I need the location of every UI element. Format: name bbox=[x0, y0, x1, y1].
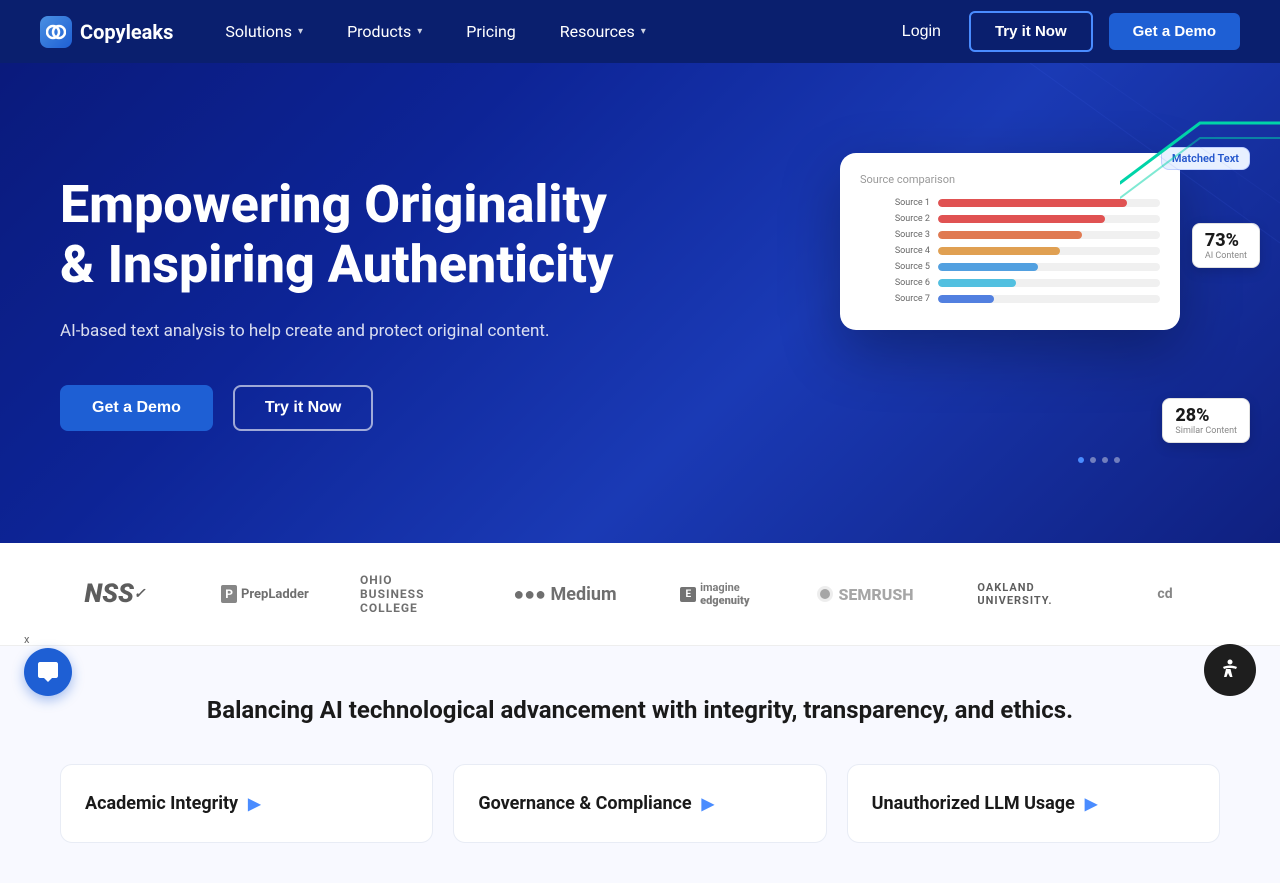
lower-section: Balancing AI technological advancement w… bbox=[0, 646, 1280, 883]
bar-track bbox=[938, 279, 1160, 287]
bar-label: Source 2 bbox=[860, 214, 930, 224]
chevron-down-icon: ▾ bbox=[641, 26, 646, 37]
logo-icon bbox=[40, 16, 72, 48]
bar-track bbox=[938, 295, 1160, 303]
feature-card-title-governance: Governance & Compliance ▶ bbox=[478, 793, 801, 814]
bar-label: Source 4 bbox=[860, 246, 930, 256]
bar-row: Source 6 bbox=[860, 278, 1160, 288]
bar-label: Source 6 bbox=[860, 278, 930, 288]
logo-medium: ●●● Medium bbox=[490, 574, 640, 615]
hero-deco-lines bbox=[980, 63, 1280, 263]
feature-card-academic[interactable]: Academic Integrity ▶ bbox=[60, 764, 433, 843]
bar-row: Source 5 bbox=[860, 262, 1160, 272]
navigation: Copyleaks Solutions ▾ Products ▾ Pricing… bbox=[0, 0, 1280, 63]
chat-close-label[interactable]: x bbox=[24, 633, 29, 646]
chat-icon bbox=[36, 660, 60, 684]
logo-oakland-university: OAKLANDUNIVERSITY. bbox=[940, 571, 1090, 617]
bar-fill bbox=[938, 295, 994, 303]
bar-track bbox=[938, 263, 1160, 271]
nav-links: Solutions ▾ Products ▾ Pricing Resources… bbox=[203, 0, 889, 63]
hero-content: Empowering Originality & Inspiring Authe… bbox=[60, 175, 620, 430]
bar-label: Source 1 bbox=[860, 198, 930, 208]
nav-item-solutions[interactable]: Solutions ▾ bbox=[203, 0, 325, 63]
arrow-right-icon: ▶ bbox=[1085, 794, 1097, 813]
arrow-right-icon: ▶ bbox=[248, 794, 260, 813]
chevron-down-icon: ▾ bbox=[417, 26, 422, 37]
bar-label: Source 5 bbox=[860, 262, 930, 272]
hero-title: Empowering Originality & Inspiring Authe… bbox=[60, 175, 620, 295]
chevron-down-icon: ▾ bbox=[298, 26, 303, 37]
hero-buttons: Get a Demo Try it Now bbox=[60, 385, 620, 431]
logos-strip: NSS✓ P PrepLadder OHIOBUSINESS COLLEGE ●… bbox=[0, 543, 1280, 646]
chat-bubble-button[interactable] bbox=[24, 648, 72, 696]
bar-fill bbox=[938, 263, 1038, 271]
dot-indicators bbox=[1078, 457, 1120, 463]
logo-extra: cd bbox=[1090, 576, 1240, 612]
logo-text: Copyleaks bbox=[80, 20, 173, 44]
nav-item-products[interactable]: Products ▾ bbox=[325, 0, 444, 63]
feature-card-title-academic: Academic Integrity ▶ bbox=[85, 793, 408, 814]
bar-label: Source 7 bbox=[860, 294, 930, 304]
feature-card-llm[interactable]: Unauthorized LLM Usage ▶ bbox=[847, 764, 1220, 843]
get-demo-nav-button[interactable]: Get a Demo bbox=[1109, 13, 1240, 50]
try-now-button[interactable]: Try it Now bbox=[969, 11, 1093, 52]
feature-card-title-llm: Unauthorized LLM Usage ▶ bbox=[872, 793, 1195, 814]
logo-link[interactable]: Copyleaks bbox=[40, 16, 173, 48]
logo-semrush: SEMRUSH bbox=[790, 575, 940, 614]
logo-edgenuity: E imagineedgenuity bbox=[640, 571, 790, 617]
hero-section: Empowering Originality & Inspiring Authe… bbox=[0, 63, 1280, 543]
hero-subtitle: AI-based text analysis to help create an… bbox=[60, 319, 620, 345]
nav-right: Login Try it Now Get a Demo bbox=[890, 11, 1240, 52]
bar-fill bbox=[938, 279, 1016, 287]
feature-cards-row: Academic Integrity ▶ Governance & Compli… bbox=[60, 764, 1220, 843]
feature-card-governance[interactable]: Governance & Compliance ▶ bbox=[453, 764, 826, 843]
logo-prepladder: P PrepLadder bbox=[190, 575, 340, 613]
similar-content-badge: 28% Similar Content bbox=[1162, 398, 1250, 443]
login-button[interactable]: Login bbox=[890, 15, 953, 49]
bar-label: Source 3 bbox=[860, 230, 930, 240]
arrow-right-icon: ▶ bbox=[702, 794, 714, 813]
nav-item-pricing[interactable]: Pricing bbox=[444, 0, 538, 63]
logo-ohio-business-college: OHIOBUSINESS COLLEGE bbox=[340, 563, 490, 625]
accessibility-button[interactable] bbox=[1204, 644, 1256, 696]
hero-try-now-button[interactable]: Try it Now bbox=[233, 385, 373, 431]
bar-row: Source 7 bbox=[860, 294, 1160, 304]
hero-get-demo-button[interactable]: Get a Demo bbox=[60, 385, 213, 431]
accessibility-icon bbox=[1216, 656, 1244, 684]
nav-item-resources[interactable]: Resources ▾ bbox=[538, 0, 668, 63]
logo-nss: NSS✓ bbox=[40, 569, 190, 619]
